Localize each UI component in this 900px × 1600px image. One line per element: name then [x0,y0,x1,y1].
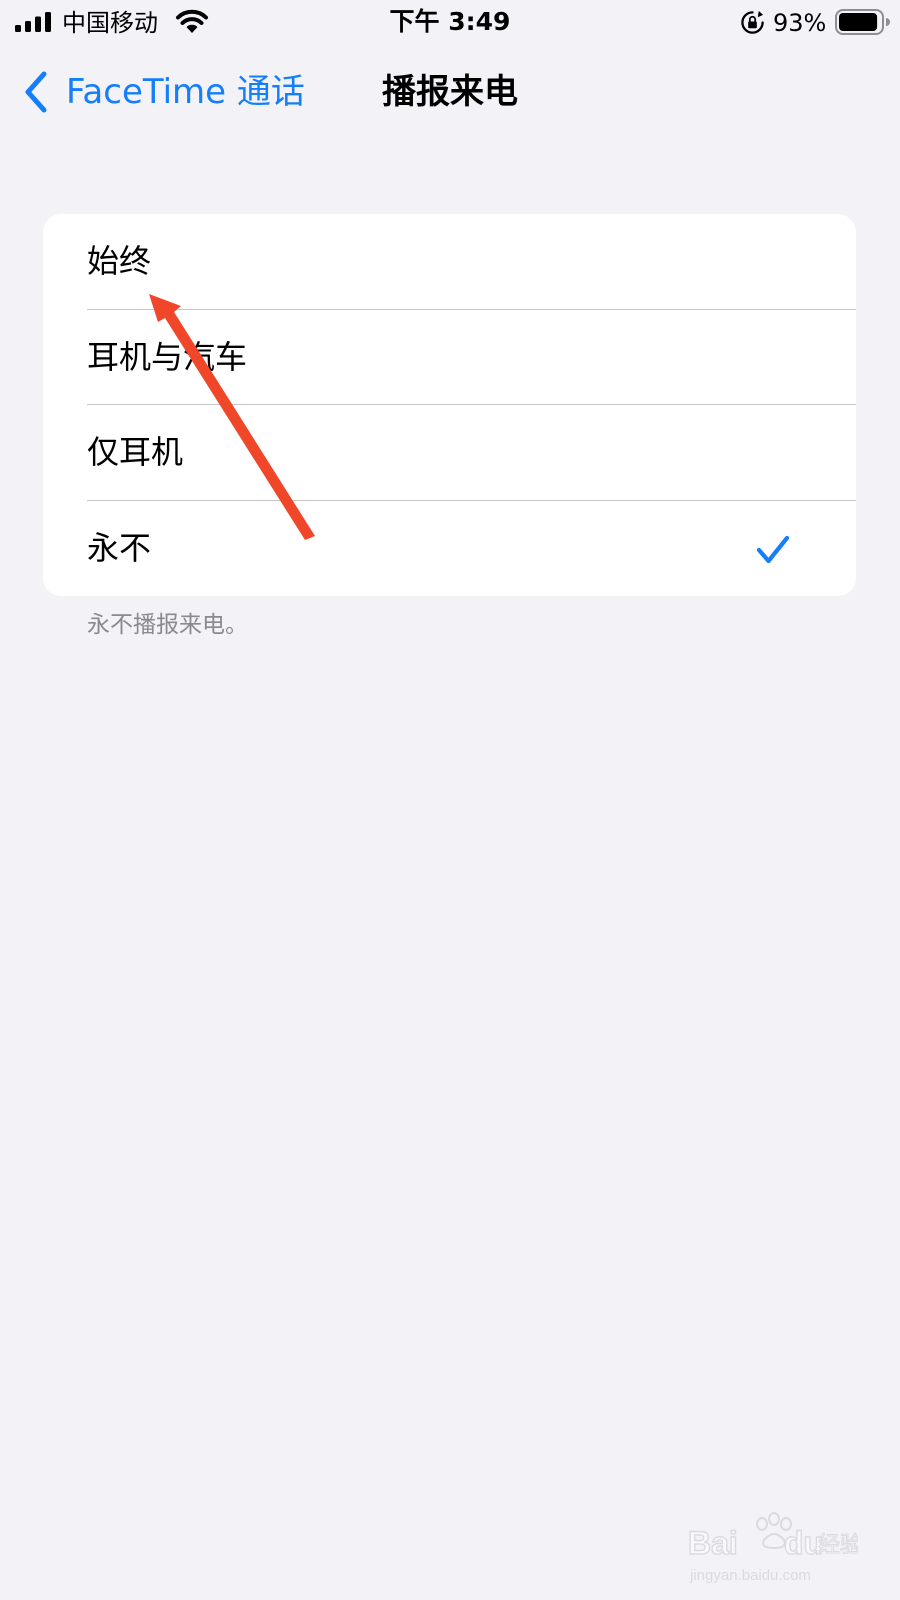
back-button[interactable]: FaceTime 通话 [22,64,305,120]
option-never[interactable]: 永不 [43,501,856,597]
page-title: 播报来电 [382,72,518,112]
chevron-left-icon [25,71,47,113]
footer-note: 永不播报来电。 [87,612,248,638]
option-headphones-and-car[interactable]: 耳机与汽车 [43,310,856,405]
baidu-jingyan-watermark: Bai du 经验 jingyan.baidu.com [688,1512,858,1584]
option-label: 耳机与汽车 [87,337,248,376]
status-time: 下午 3:49 [389,7,511,36]
checkmark-icon [756,535,790,563]
back-button-label: FaceTime 通话 [66,72,305,112]
option-label: 永不 [87,528,152,567]
battery-icon [835,9,890,35]
option-label: 始终 [87,242,152,280]
svg-text:经验: 经验 [818,1533,858,1558]
option-headphones-only[interactable]: 仅耳机 [43,405,856,501]
battery-percentage: 93% [773,9,827,37]
status-bar: 中国移动 下午 3:49 93% [0,0,900,46]
option-label: 仅耳机 [87,433,184,471]
announce-calls-options: 始终 耳机与汽车 仅耳机 永不 [43,214,856,596]
rotation-lock-icon [741,10,764,34]
svg-text:Bai: Bai [688,1525,738,1561]
option-always[interactable]: 始终 [43,214,856,310]
svg-text:jingyan.baidu.com: jingyan.baidu.com [689,1567,811,1584]
